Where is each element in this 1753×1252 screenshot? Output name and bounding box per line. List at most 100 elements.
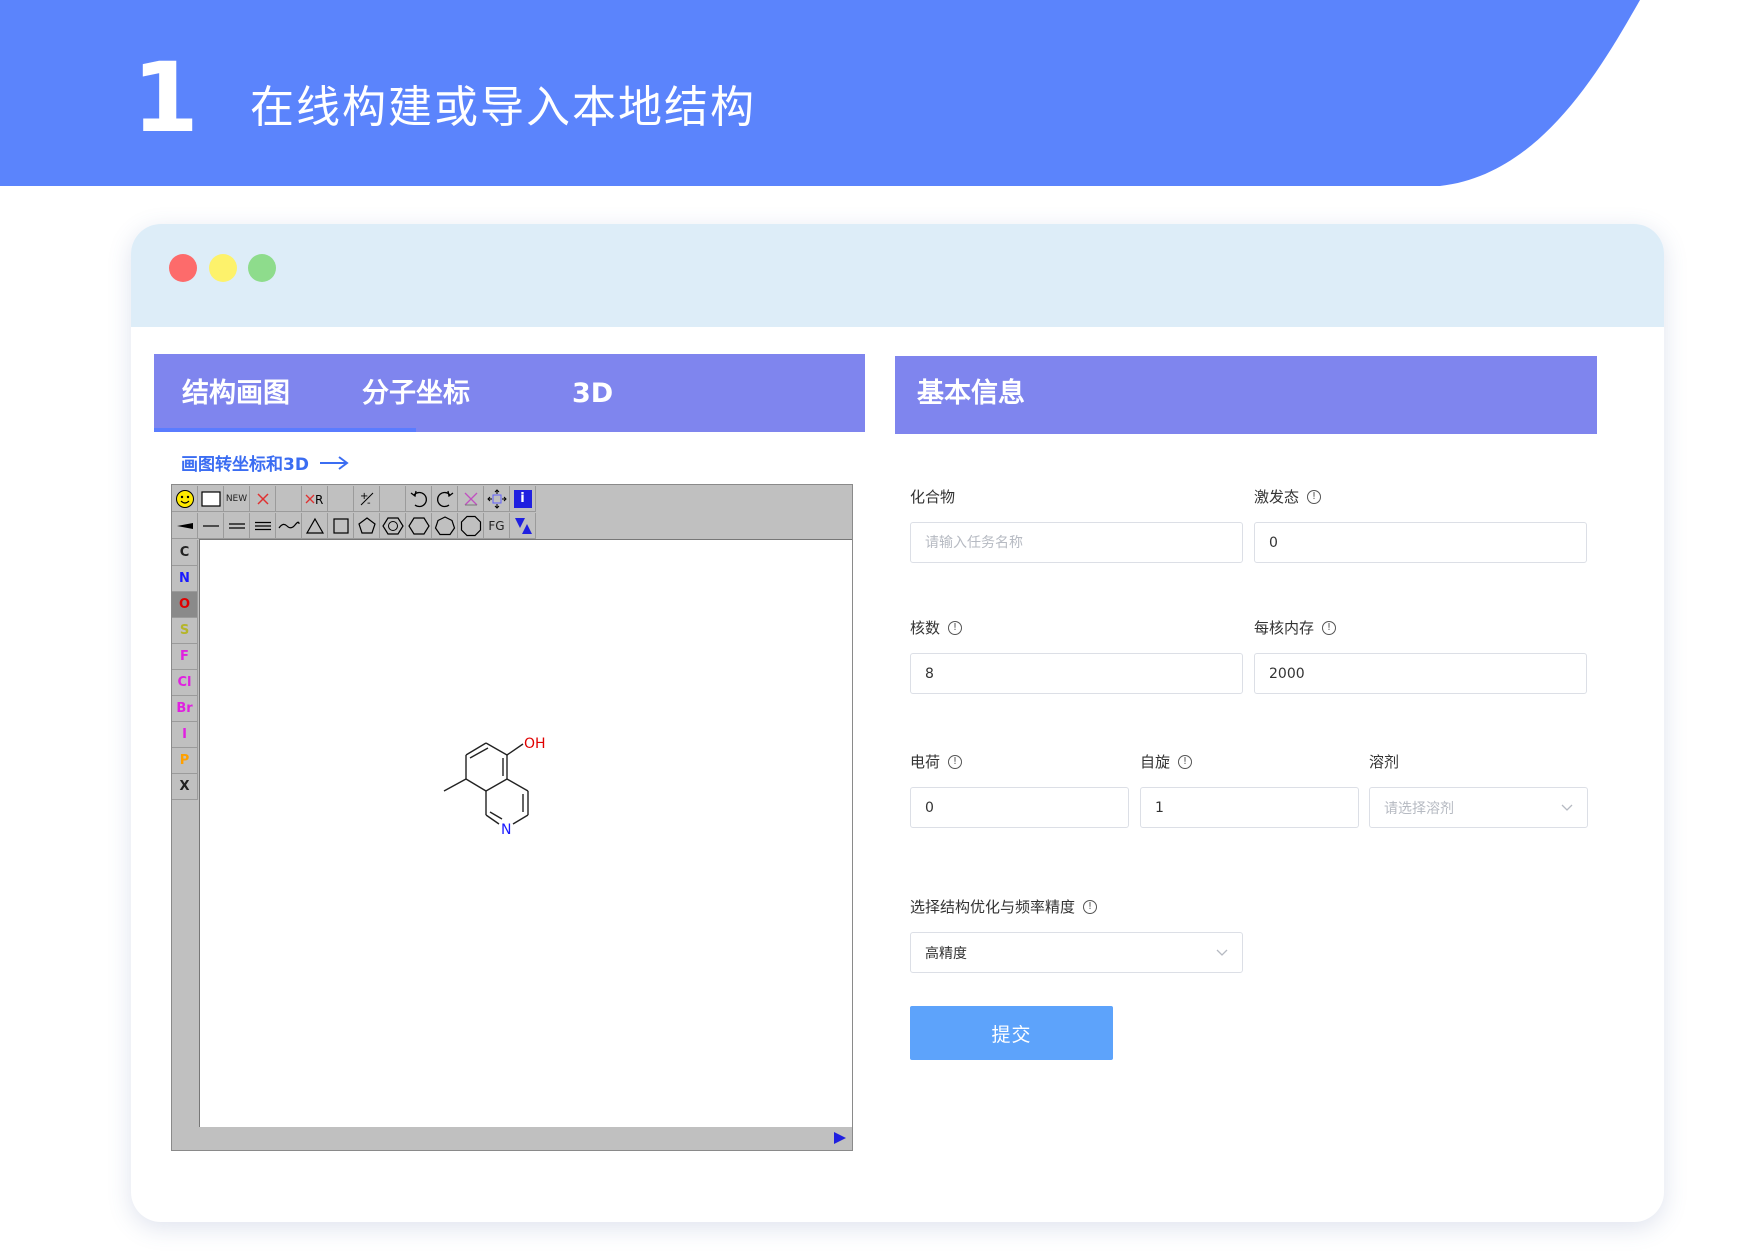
- excited-state-label-text: 激发态: [1254, 488, 1300, 506]
- single-bond-icon[interactable]: [198, 513, 224, 539]
- info-circle-icon[interactable]: !: [948, 755, 963, 769]
- info-button[interactable]: i: [510, 486, 536, 512]
- molecule-editor: NEW R + - i FG C N O S F Cl Br I P X OH …: [171, 484, 853, 1151]
- move-icon[interactable]: [484, 486, 510, 512]
- wedge-bond-icon[interactable]: [172, 513, 198, 539]
- info-icon: i: [513, 489, 532, 508]
- spin-label-text: 自旋: [1140, 753, 1171, 771]
- cores-label-text: 核数: [910, 619, 941, 637]
- hydroxyl-label: OH: [524, 736, 546, 752]
- atom-button-cl[interactable]: Cl: [172, 670, 198, 696]
- minimize-window-icon[interactable]: [209, 254, 237, 282]
- nitrogen-label: N: [501, 822, 511, 838]
- cores-input[interactable]: [910, 653, 1243, 694]
- heptagon-ring-icon[interactable]: [432, 513, 458, 539]
- basic-info-header: 基本信息: [895, 356, 1597, 434]
- triangle-ring-icon[interactable]: [302, 513, 328, 539]
- svg-text:-: -: [367, 498, 371, 508]
- svg-text:R: R: [315, 493, 323, 507]
- functional-group-button[interactable]: FG: [484, 513, 510, 539]
- basic-info-title: 基本信息: [917, 378, 1025, 409]
- atom-button-o[interactable]: O: [172, 592, 198, 618]
- new-button[interactable]: NEW: [224, 486, 250, 512]
- step-title: 在线构建或导入本地结构: [250, 82, 756, 133]
- r-group-icon[interactable]: R: [302, 486, 328, 512]
- precision-select[interactable]: 高精度: [910, 932, 1243, 973]
- square-ring-icon[interactable]: [328, 513, 354, 539]
- compound-label: 化合物: [910, 487, 955, 507]
- molecule-structure: OH N: [443, 736, 546, 838]
- toolbar-spacer: [276, 486, 302, 512]
- benzene-ring-icon[interactable]: [380, 513, 406, 539]
- atom-button-br[interactable]: Br: [172, 696, 198, 722]
- atom-button-p[interactable]: P: [172, 748, 198, 774]
- redo-icon[interactable]: [432, 486, 458, 512]
- charge-label-text: 电荷: [910, 753, 941, 771]
- editor-toolbar-top: NEW R + - i: [172, 486, 536, 512]
- info-circle-icon[interactable]: !: [948, 621, 963, 635]
- double-bond-icon[interactable]: [224, 513, 250, 539]
- clear-icon[interactable]: [458, 486, 484, 512]
- tab-3d[interactable]: 3D: [572, 376, 613, 412]
- charge-label: 电荷 !: [910, 752, 963, 772]
- convert-link-label: 画图转坐标和3D: [181, 455, 309, 475]
- charge-input[interactable]: [910, 787, 1129, 828]
- spin-label: 自旋 !: [1140, 752, 1193, 772]
- chevron-down-icon: [1216, 949, 1228, 956]
- solvent-select-placeholder: 请选择溶剂: [1384, 800, 1454, 817]
- play-icon[interactable]: [832, 1130, 848, 1146]
- step-number: 1: [132, 42, 199, 154]
- window-titlebar: [131, 224, 1664, 327]
- atom-button-f[interactable]: F: [172, 644, 198, 670]
- solvent-select[interactable]: 请选择溶剂: [1369, 787, 1588, 828]
- chevron-down-icon: [1561, 804, 1573, 811]
- maximize-window-icon[interactable]: [248, 254, 276, 282]
- octagon-ring-icon[interactable]: [458, 513, 484, 539]
- pentagon-ring-icon[interactable]: [354, 513, 380, 539]
- atom-button-c[interactable]: C: [172, 540, 198, 566]
- compound-label-text: 化合物: [910, 488, 956, 506]
- charge-icon[interactable]: + -: [354, 486, 380, 512]
- compound-input[interactable]: [910, 522, 1243, 563]
- delete-x-icon[interactable]: [250, 486, 276, 512]
- top-banner: 1 在线构建或导入本地结构: [0, 0, 1753, 190]
- tab-molecular-coordinates[interactable]: 分子坐标: [362, 376, 470, 412]
- active-tab-indicator: [154, 428, 416, 432]
- info-circle-icon[interactable]: !: [1307, 490, 1322, 504]
- atom-button-x[interactable]: X: [172, 774, 198, 800]
- spin-input[interactable]: [1140, 787, 1359, 828]
- info-circle-icon[interactable]: !: [1083, 900, 1098, 914]
- page: 1 在线构建或导入本地结构 结构画图 分子坐标 3D 画图转坐标和3D NEW …: [0, 0, 1753, 1252]
- close-window-icon[interactable]: [169, 254, 197, 282]
- tab-structure-drawing[interactable]: 结构画图: [182, 376, 290, 412]
- triple-bond-icon[interactable]: [250, 513, 276, 539]
- molecule-bonds: [443, 742, 529, 825]
- excited-state-input[interactable]: [1254, 522, 1587, 563]
- atom-palette: C N O S F Cl Br I P X: [172, 540, 198, 800]
- smiley-icon[interactable]: [172, 486, 198, 512]
- atom-button-i[interactable]: I: [172, 722, 198, 748]
- precision-label-text: 选择结构优化与频率精度: [910, 898, 1076, 916]
- drawing-canvas[interactable]: OH N: [199, 539, 852, 1127]
- precision-select-value: 高精度: [925, 945, 967, 962]
- structure-tabs: 结构画图 分子坐标 3D: [154, 354, 865, 432]
- toolbar-spacer: [328, 486, 354, 512]
- memory-per-core-label: 每核内存 !: [1254, 618, 1337, 638]
- chain-icon[interactable]: [276, 513, 302, 539]
- info-circle-icon[interactable]: !: [1322, 621, 1337, 635]
- info-circle-icon[interactable]: !: [1178, 755, 1193, 769]
- submit-button[interactable]: 提交: [910, 1006, 1113, 1060]
- atom-button-s[interactable]: S: [172, 618, 198, 644]
- arrow-right-icon: [319, 455, 349, 470]
- memory-per-core-input[interactable]: [1254, 653, 1587, 694]
- toolbar-spacer: [380, 486, 406, 512]
- editor-toolbar-bonds: FG: [172, 513, 536, 539]
- convert-to-coordinates-link[interactable]: 画图转坐标和3D: [181, 450, 349, 475]
- hexagon-ring-icon[interactable]: [406, 513, 432, 539]
- precision-label: 选择结构优化与频率精度 !: [910, 897, 1098, 917]
- rectangle-icon[interactable]: [198, 486, 224, 512]
- atom-button-n[interactable]: N: [172, 566, 198, 592]
- browser-window: 结构画图 分子坐标 3D 画图转坐标和3D NEW R + - i FG C N…: [131, 224, 1664, 1222]
- flip-icon[interactable]: [510, 513, 536, 539]
- undo-icon[interactable]: [406, 486, 432, 512]
